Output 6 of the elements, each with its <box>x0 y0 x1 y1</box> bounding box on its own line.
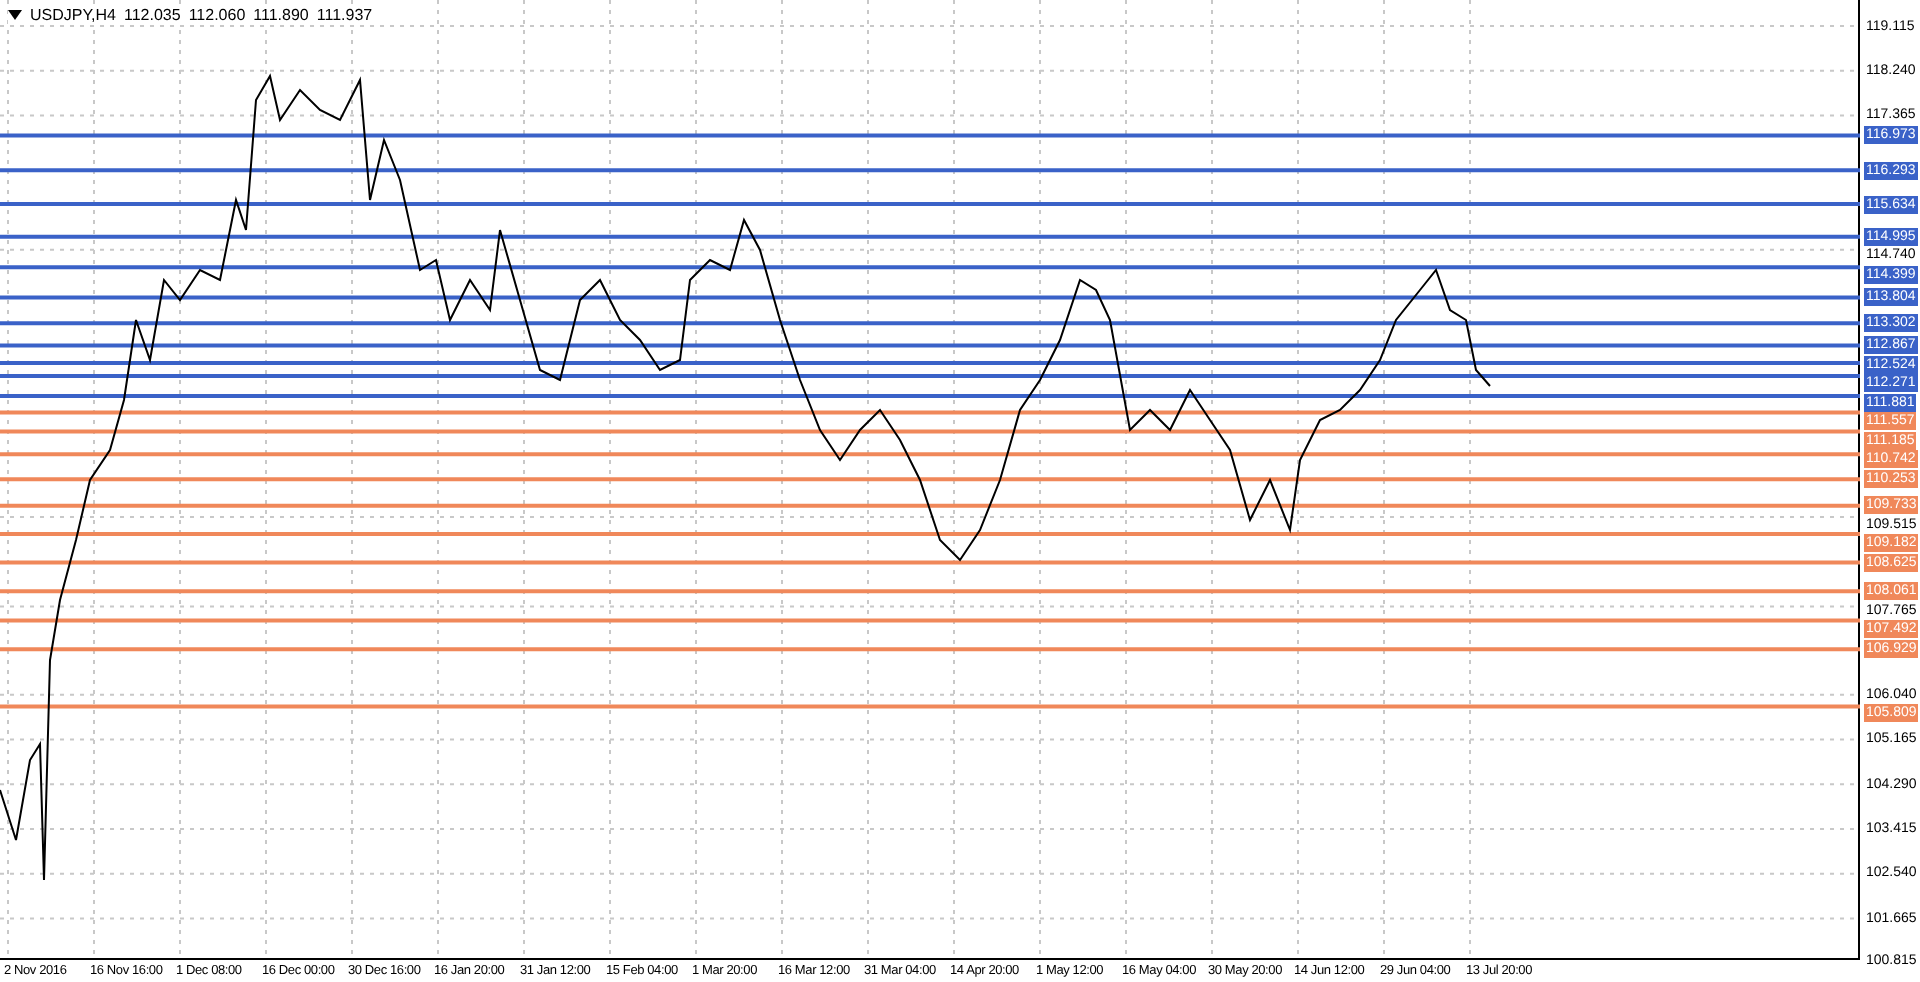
ohlc-value: 112.035 <box>123 6 181 24</box>
symbol-label: USDJPY,H4 <box>30 6 116 24</box>
dropdown-triangle-icon[interactable] <box>8 10 22 20</box>
ohlc-value: 111.890 <box>253 6 309 24</box>
ohlc-value: 111.937 <box>316 6 373 24</box>
ohlc-value: 112.060 <box>188 6 246 24</box>
